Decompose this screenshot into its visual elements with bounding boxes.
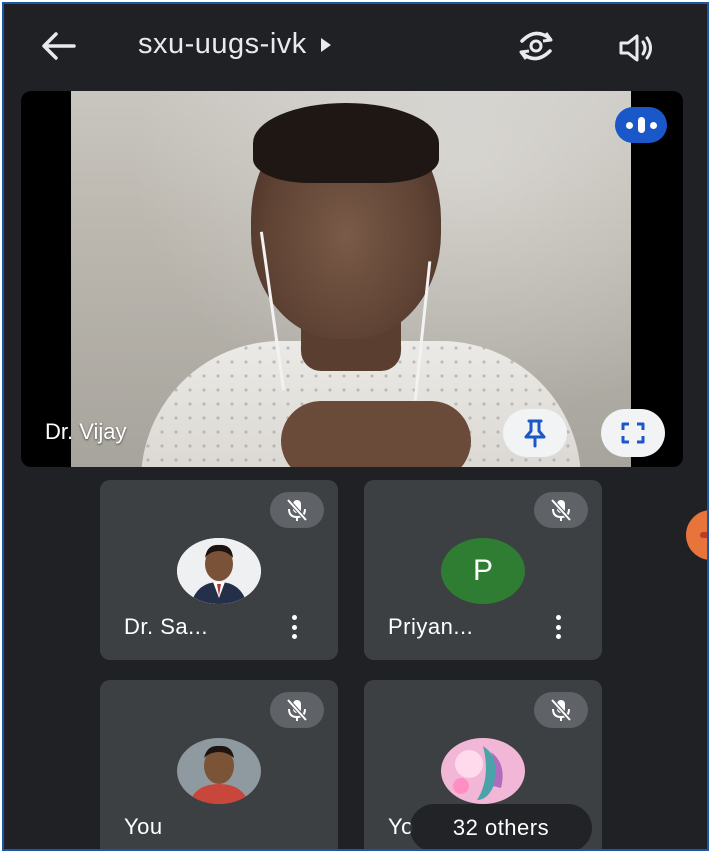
main-participant-name: Dr. Vijay	[45, 419, 127, 444]
pin-button[interactable]	[503, 409, 567, 457]
fullscreen-button[interactable]	[601, 409, 665, 457]
mic-off-icon	[270, 692, 324, 728]
switch-camera-button[interactable]	[514, 26, 558, 66]
caret-right-icon	[320, 37, 331, 52]
back-button[interactable]	[36, 26, 80, 66]
mic-off-icon	[270, 492, 324, 528]
participant-name: Dr. Sa...	[124, 614, 208, 639]
participant-tile[interactable]: P Priyan...	[364, 480, 602, 660]
others-count-pill[interactable]: 32 others	[410, 804, 592, 849]
fullscreen-icon	[621, 422, 645, 444]
more-options-button[interactable]	[284, 612, 304, 642]
main-video-tile[interactable]: Dr. Vijay	[21, 91, 683, 467]
avatar	[441, 738, 525, 804]
avatar	[177, 538, 261, 604]
participant-tile[interactable]: You	[100, 680, 338, 849]
participant-name: Priyan...	[388, 614, 474, 639]
speaking-indicator-icon	[615, 107, 667, 143]
participant-tile[interactable]: Dr. Sa...	[100, 480, 338, 660]
meeting-code: sxu-uugs-ivk	[138, 28, 307, 60]
participant-name: You	[124, 814, 163, 839]
more-options-button[interactable]	[548, 612, 568, 642]
switch-camera-icon	[519, 31, 553, 61]
speaker-button[interactable]	[614, 28, 658, 68]
avatar	[177, 738, 261, 804]
floating-reaction-button[interactable]	[686, 510, 707, 560]
pin-icon	[524, 419, 546, 448]
mic-off-icon	[534, 492, 588, 528]
mic-off-icon	[534, 692, 588, 728]
arrow-left-icon	[42, 32, 76, 60]
meeting-title[interactable]: sxu-uugs-ivk	[138, 28, 331, 61]
avatar-letter: P	[441, 538, 525, 604]
speaker-icon	[619, 34, 652, 62]
top-bar: sxu-uugs-ivk	[4, 4, 707, 84]
meet-window: sxu-uugs-ivk Dr. Vijay Dr. Sa... P Priya…	[2, 2, 709, 851]
